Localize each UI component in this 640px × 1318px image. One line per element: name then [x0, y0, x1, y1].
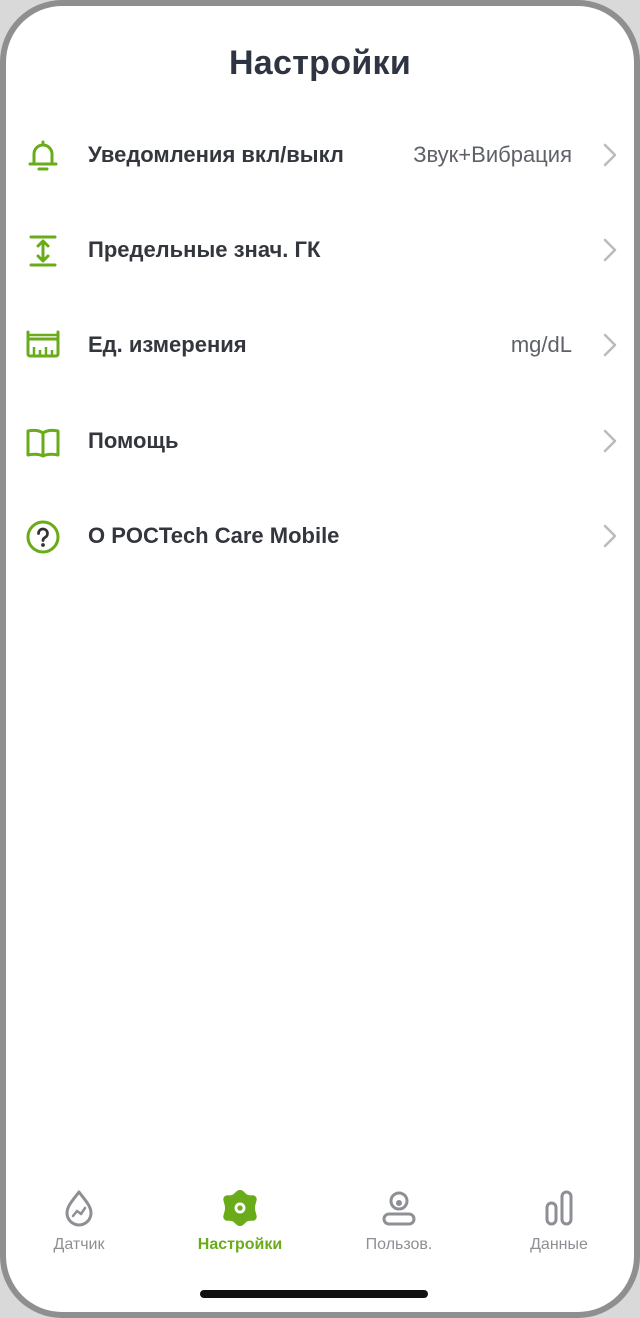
device-frame: Настройки Уведомления вкл/выкл Звук+Вибр…: [0, 0, 640, 1318]
bars-icon: [545, 1190, 573, 1226]
settings-item-about[interactable]: О POCTech Care Mobile: [6, 501, 634, 571]
chevron-right-icon: [603, 524, 617, 548]
settings-item-notifications[interactable]: Уведомления вкл/выкл Звук+Вибрация: [6, 120, 634, 190]
settings-item-label: Ед. измерения: [88, 332, 247, 357]
tab-label: Настройки: [197, 1236, 283, 1253]
book-icon: [26, 428, 60, 458]
settings-item-help[interactable]: Помощь: [6, 406, 634, 476]
tab-settings[interactable]: Настройки: [175, 1182, 305, 1272]
app-screen: Настройки Уведомления вкл/выкл Звук+Вибр…: [6, 6, 634, 1312]
tab-label: Данные: [530, 1236, 588, 1253]
user-icon: [382, 1191, 416, 1226]
tab-user[interactable]: Пользов.: [334, 1182, 464, 1272]
tab-data[interactable]: Данные: [494, 1182, 624, 1272]
tab-sensor[interactable]: Датчик: [14, 1182, 144, 1272]
settings-item-value: mg/dL: [510, 332, 572, 357]
bottom-tab-bar: Датчик Настройки Пользов. Данные: [6, 1182, 634, 1272]
tab-label: Пользов.: [365, 1236, 433, 1253]
settings-item-label: Предельные знач. ГК: [88, 237, 321, 262]
chevron-right-icon: [603, 429, 617, 453]
gear-icon: [223, 1190, 257, 1226]
home-indicator[interactable]: [200, 1290, 428, 1298]
settings-item-glucose-limits[interactable]: Предельные знач. ГК: [6, 215, 634, 285]
settings-item-units[interactable]: Ед. измерения mg/dL: [6, 310, 634, 380]
tab-label: Датчик: [53, 1236, 105, 1253]
drop-icon: [65, 1190, 93, 1227]
question-circle-icon: [26, 520, 60, 554]
settings-item-label: О POCTech Care Mobile: [88, 523, 340, 548]
settings-item-value: Звук+Вибрация: [413, 142, 572, 167]
ruler-icon: [26, 330, 60, 358]
range-limits-icon: [29, 235, 57, 267]
bell-icon: [28, 140, 58, 171]
settings-item-label: Помощь: [88, 428, 179, 453]
chevron-right-icon: [603, 143, 617, 167]
chevron-right-icon: [603, 333, 617, 357]
chevron-right-icon: [603, 238, 617, 262]
settings-item-label: Уведомления вкл/выкл: [88, 142, 344, 167]
page-title: Настройки: [228, 44, 412, 82]
